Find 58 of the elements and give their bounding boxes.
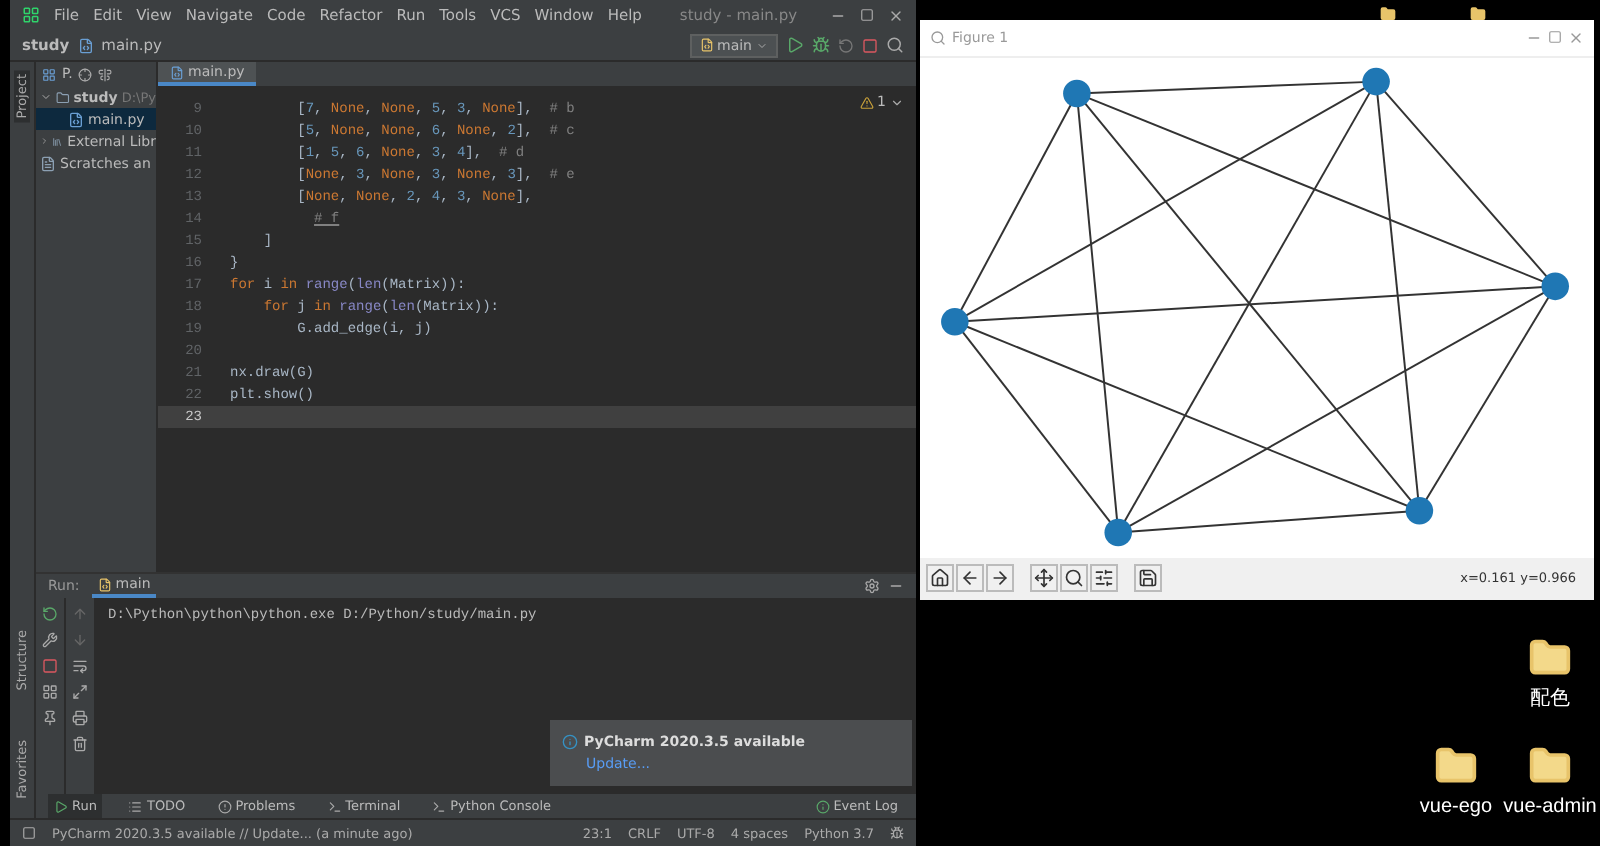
arrow-right-icon (990, 568, 1010, 589)
warning-icon (859, 95, 874, 109)
print-icon[interactable] (72, 710, 88, 726)
locate-icon[interactable] (78, 67, 93, 81)
search-icon[interactable] (886, 36, 904, 54)
pin-icon[interactable] (42, 710, 58, 726)
caret-icon (756, 39, 768, 51)
icon-label: vue-admin (1503, 796, 1597, 820)
pan-button[interactable] (1030, 564, 1058, 593)
save-button[interactable] (1134, 564, 1162, 593)
graph-node (1362, 66, 1390, 95)
graph-node (1541, 271, 1569, 300)
rerun-icon[interactable] (42, 606, 58, 622)
home-icon (930, 568, 950, 589)
terminal-icon (327, 799, 342, 813)
python-file-icon (170, 65, 184, 79)
python-file-icon (97, 577, 112, 591)
collapse-icon[interactable] (98, 67, 113, 81)
graph-node (1405, 496, 1434, 524)
zoom-button[interactable] (1060, 564, 1088, 593)
close-icon[interactable] (1568, 29, 1584, 46)
graph-node (941, 307, 969, 335)
alert-icon (217, 799, 232, 813)
maximize-icon[interactable] (860, 8, 874, 22)
settings-icon[interactable] (864, 578, 880, 594)
python-file-icon (77, 37, 94, 53)
panel-icon (42, 67, 56, 81)
inspector-icon[interactable] (890, 826, 904, 840)
panel-toggle-icon[interactable] (22, 826, 36, 840)
graph-node (1104, 517, 1132, 546)
console-icon (432, 799, 447, 813)
configure-button[interactable] (1090, 564, 1118, 593)
icon-label: 配色 (1530, 688, 1570, 712)
sliders-icon (1094, 568, 1114, 589)
close-icon[interactable] (888, 7, 904, 23)
python-file-icon[interactable] (68, 111, 84, 127)
list-icon (128, 799, 143, 813)
forward-button[interactable] (986, 564, 1014, 593)
play-icon (54, 799, 68, 813)
soft-wrap-icon[interactable] (72, 658, 88, 674)
save-icon (1138, 568, 1158, 589)
wrench-icon[interactable] (42, 632, 58, 648)
back-button[interactable] (956, 564, 984, 593)
home-button[interactable] (926, 564, 954, 593)
magnifier-icon (1064, 568, 1084, 589)
run-icon[interactable] (786, 36, 804, 54)
move-icon (1034, 568, 1054, 589)
chevron-down-icon[interactable] (890, 95, 904, 109)
coverage-icon[interactable] (838, 37, 854, 53)
icon-label: vue-ego (1419, 796, 1493, 820)
info-icon (562, 734, 578, 750)
arrow-left-icon (960, 568, 980, 589)
layout-icon[interactable] (42, 684, 58, 700)
python-file-icon (699, 38, 713, 52)
debug-icon[interactable] (812, 36, 830, 54)
trash-icon[interactable] (72, 736, 88, 752)
graph-node (1063, 78, 1091, 107)
info-icon (815, 799, 830, 813)
